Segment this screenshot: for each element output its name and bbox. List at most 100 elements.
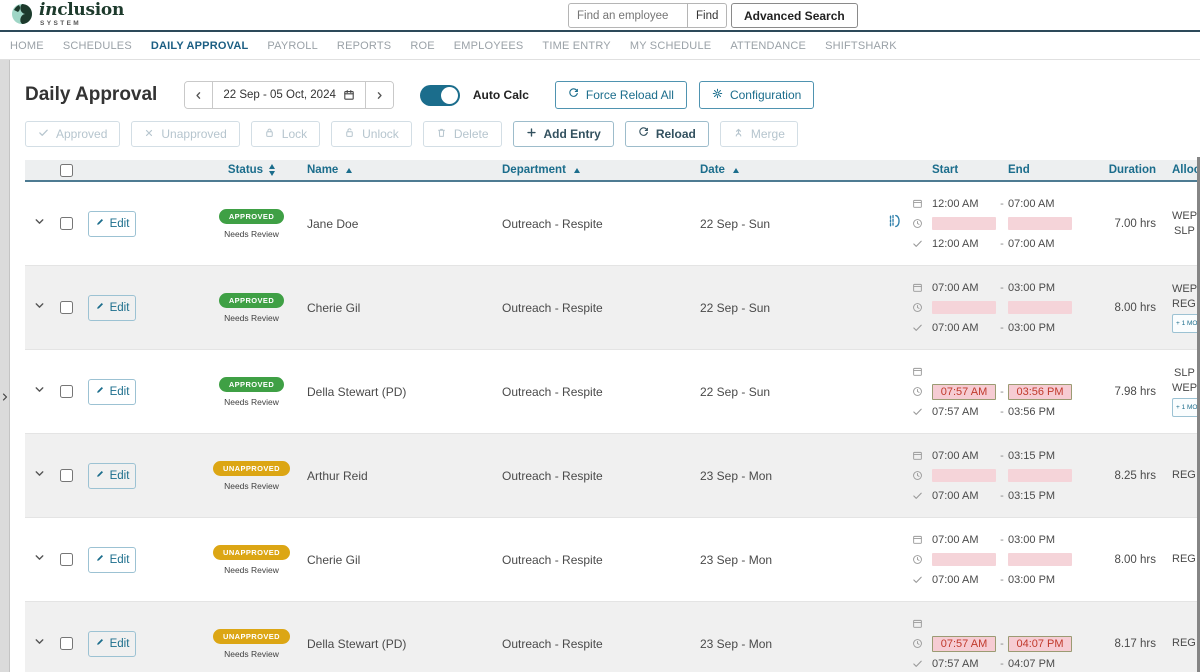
row-checkbox[interactable] [60,637,73,650]
times-cell: 07:00 AM - 03:00 PM - 07:00 AM - 03:00 P… [912,278,1082,338]
shift-date: 23 Sep - Mon [684,637,880,651]
punch-in-field[interactable] [932,301,996,314]
punch-clock-icon [912,554,926,565]
row-checkbox[interactable] [60,301,73,314]
action-delete-button[interactable]: Delete [423,121,502,147]
nav-item-shiftshark[interactable]: SHIFTSHARK [825,40,897,52]
column-header-department[interactable]: Department [487,164,684,176]
nav-item-payroll[interactable]: PAYROLL [267,40,318,52]
edit-button[interactable]: Edit [88,631,136,657]
action-unlock-button[interactable]: Unlock [331,121,412,147]
punch-clock-icon [912,302,926,313]
pencil-icon [95,637,105,650]
scheduled-start-time: 07:00 AM [932,282,996,294]
row-expand-chevron-icon[interactable] [33,383,46,401]
row-checkbox[interactable] [60,385,73,398]
date-prev-button[interactable] [185,82,212,108]
row-checkbox[interactable] [60,217,73,230]
nav-item-time-entry[interactable]: TIME ENTRY [542,40,610,52]
column-header-date[interactable]: Date [684,164,880,176]
approved-check-icon [912,490,926,501]
action-unapproved-button[interactable]: Unapproved [131,121,239,147]
column-header-status[interactable]: Status [189,164,299,176]
action-reload-button[interactable]: Reload [625,121,709,147]
page-title: Daily Approval [25,84,157,106]
punch-out-field[interactable] [1008,553,1072,566]
row-expand-chevron-icon[interactable] [33,635,46,653]
duration: 8.17 hrs [1082,638,1160,650]
punch-in-field[interactable] [932,469,996,482]
row-checkbox[interactable] [60,469,73,482]
punch-out-field[interactable] [1008,469,1072,482]
punch-out-field[interactable] [1008,301,1072,314]
punch-in-field[interactable] [932,553,996,566]
status-badge: UNAPPROVED [213,461,290,476]
edit-button[interactable]: Edit [88,463,136,489]
punch-out-field[interactable]: 03:56 PM [1008,384,1072,400]
punch-out-field[interactable]: 04:07 PM [1008,636,1072,652]
employee-search-input[interactable] [568,3,688,28]
more-allocations-badge[interactable]: + 1 MORE [1172,314,1200,333]
department: Outreach - Respite [487,553,684,567]
row-expand-chevron-icon[interactable] [33,467,46,485]
shift-date: 22 Sep - Sun [684,385,880,399]
gear-icon [712,88,723,102]
column-header-name[interactable]: Name [299,164,487,176]
allocations: REG (8 [1160,552,1200,567]
nav-item-employees[interactable]: EMPLOYEES [454,40,524,52]
nav-item-daily-approval[interactable]: DAILY APPROVAL [151,40,249,52]
edit-button[interactable]: Edit [88,547,136,573]
approved-check-icon [912,322,926,333]
employee-name: Della Stewart (PD) [299,637,487,651]
merge-icon [733,127,744,141]
punch-in-field[interactable] [932,217,996,230]
date-range-display[interactable]: 22 Sep - 05 Oct, 2024 [212,82,366,108]
status-note: Needs Review [224,565,279,575]
nav-item-roe[interactable]: ROE [410,40,434,52]
status-note: Needs Review [224,313,279,323]
advanced-search-button[interactable]: Advanced Search [731,3,858,28]
configuration-button[interactable]: Configuration [699,81,814,109]
row-expand-chevron-icon[interactable] [33,551,46,569]
allocations: REG (8 [1160,636,1200,651]
nav-item-home[interactable]: HOME [10,40,44,52]
edit-button[interactable]: Edit [88,211,136,237]
reload-icon [568,88,579,102]
shift-note-icon[interactable] [888,213,904,234]
action-merge-button[interactable]: Merge [720,121,798,147]
times-cell: 07:00 AM - 03:00 PM - 07:00 AM - 03:00 P… [912,530,1082,590]
allocations: WEPRIREG (7+ 1 MORE [1160,282,1200,333]
brand-logo-icon [10,2,34,26]
punch-out-field[interactable] [1008,217,1072,230]
expand-panel-chevron-icon[interactable] [0,390,10,408]
action-lock-button[interactable]: Lock [251,121,320,147]
more-allocations-badge[interactable]: + 1 MORE [1172,398,1200,417]
nav-item-attendance[interactable]: ATTENDANCE [730,40,806,52]
topbar: inclusion SYSTEM Find Advanced Search [0,0,1200,32]
punch-in-field[interactable]: 07:57 AM [932,384,996,400]
row-checkbox[interactable] [60,553,73,566]
column-header-allocations: Allocations [1160,164,1200,176]
action-approved-button[interactable]: Approved [25,121,120,147]
row-expand-chevron-icon[interactable] [33,215,46,233]
nav-item-schedules[interactable]: SCHEDULES [63,40,132,52]
find-button[interactable]: Find [688,3,727,28]
nav-item-reports[interactable]: REPORTS [337,40,391,52]
select-all-checkbox[interactable] [60,164,73,177]
edit-button[interactable]: Edit [88,379,136,405]
shift-date: 22 Sep - Sun [684,217,880,231]
date-range-picker: 22 Sep - 05 Oct, 2024 [184,81,394,109]
row-expand-chevron-icon[interactable] [33,299,46,317]
status-badge: APPROVED [219,209,284,224]
brand-subtitle: SYSTEM [40,21,124,28]
edit-button[interactable]: Edit [88,295,136,321]
allocations: REG (8 [1160,468,1200,483]
auto-calc-toggle[interactable] [420,85,460,106]
date-next-button[interactable] [366,82,393,108]
nav-item-my-schedule[interactable]: MY SCHEDULE [630,40,711,52]
allocation-entry: REG (8 [1172,468,1200,483]
action-add-entry-button[interactable]: Add Entry [513,121,614,147]
punch-clock-icon [912,386,926,397]
force-reload-all-button[interactable]: Force Reload All [555,81,687,109]
punch-in-field[interactable]: 07:57 AM [932,636,996,652]
